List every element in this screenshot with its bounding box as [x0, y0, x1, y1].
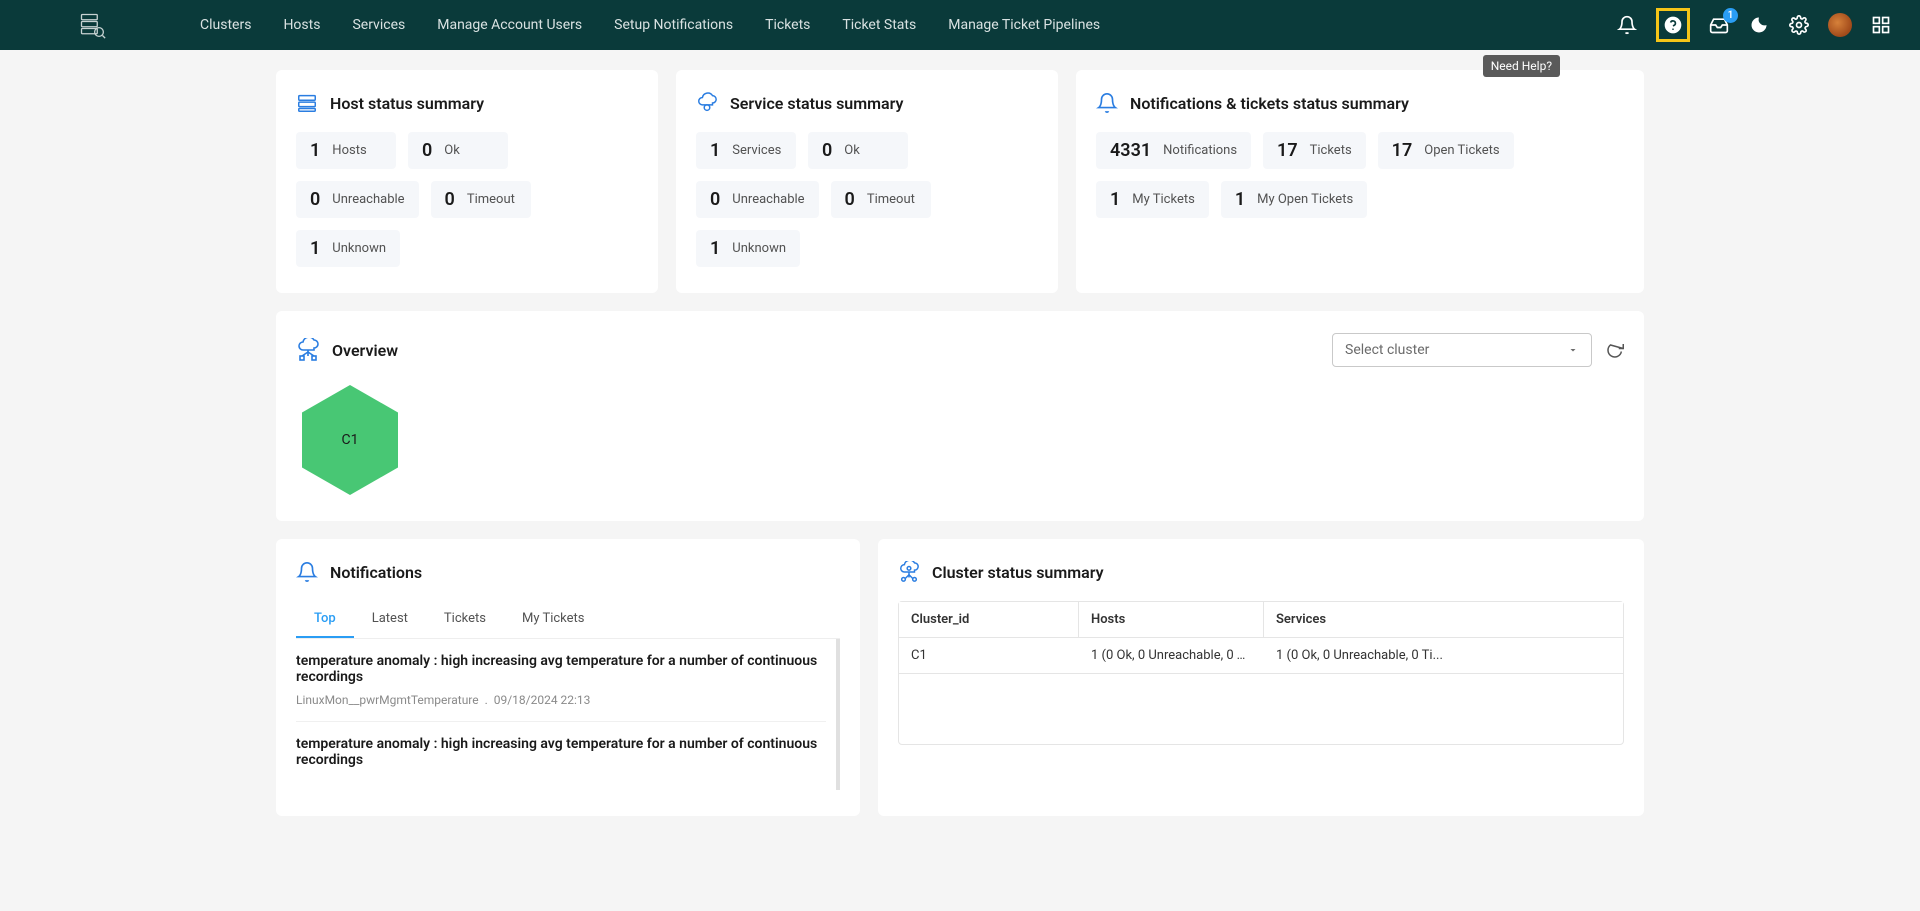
- stat-hosts[interactable]: 1Hosts: [296, 132, 396, 169]
- brand-logo[interactable]: [0, 11, 184, 39]
- nav-right: 1: [1616, 8, 1892, 42]
- service-status-title: Service status summary: [730, 94, 903, 113]
- apps-grid-icon[interactable]: [1870, 14, 1892, 36]
- nav-services[interactable]: Services: [336, 0, 421, 50]
- notification-item-title: temperature anomaly : high increasing av…: [296, 653, 826, 685]
- stat-timeout[interactable]: 0Timeout: [431, 181, 531, 218]
- nav-setup-notifications[interactable]: Setup Notifications: [598, 0, 749, 50]
- stat-ok[interactable]: 0Ok: [408, 132, 508, 169]
- cluster-status-title: Cluster status summary: [932, 563, 1104, 582]
- overview-card: Overview Select cluster C1: [276, 311, 1644, 521]
- notification-item[interactable]: temperature anomaly : high increasing av…: [296, 722, 826, 790]
- host-status-card: Host status summary 1Hosts 0Ok 0Unreacha…: [276, 70, 658, 293]
- stat-svc-unknown[interactable]: 1Unknown: [696, 230, 800, 267]
- gear-icon[interactable]: [1788, 14, 1810, 36]
- overview-title: Overview: [332, 341, 398, 360]
- notif-tickets-title: Notifications & tickets status summary: [1130, 94, 1409, 113]
- stat-svc-ok[interactable]: 0Ok: [808, 132, 908, 169]
- notification-list: temperature anomaly : high increasing av…: [296, 639, 840, 790]
- cloud-gear-icon: [696, 92, 718, 114]
- bell-outline-icon: [296, 561, 318, 583]
- stat-services[interactable]: 1Services: [696, 132, 796, 169]
- notification-item-title: temperature anomaly : high increasing av…: [296, 736, 826, 768]
- chevron-down-icon: [1567, 344, 1579, 356]
- th-cluster-id[interactable]: Cluster_id: [899, 602, 1079, 637]
- td-hosts: 1 (0 Ok, 0 Unreachable, 0 Ti...: [1079, 638, 1264, 673]
- stat-notifications[interactable]: 4331Notifications: [1096, 132, 1251, 169]
- notifications-title: Notifications: [330, 563, 422, 582]
- cloud-cluster-icon: [898, 561, 920, 583]
- table-row[interactable]: C1 1 (0 Ok, 0 Unreachable, 0 Ti... 1 (0 …: [899, 638, 1623, 674]
- inbox-icon[interactable]: 1: [1708, 14, 1730, 36]
- refresh-icon[interactable]: [1606, 341, 1624, 359]
- stat-my-tickets[interactable]: 1My Tickets: [1096, 181, 1209, 218]
- bell-icon[interactable]: [1616, 14, 1638, 36]
- tab-top[interactable]: Top: [296, 601, 354, 638]
- top-navbar: Clusters Hosts Services Manage Account U…: [0, 0, 1920, 50]
- inbox-badge: 1: [1723, 8, 1738, 23]
- avatar[interactable]: [1828, 13, 1852, 37]
- tab-my-tickets[interactable]: My Tickets: [504, 601, 603, 638]
- bell-outline-icon: [1096, 92, 1118, 114]
- stat-my-open-tickets[interactable]: 1My Open Tickets: [1221, 181, 1367, 218]
- nav-ticket-stats[interactable]: Ticket Stats: [826, 0, 932, 50]
- nav-manage-ticket-pipelines[interactable]: Manage Ticket Pipelines: [932, 0, 1116, 50]
- theme-toggle-icon[interactable]: [1748, 14, 1770, 36]
- stat-open-tickets[interactable]: 17Open Tickets: [1378, 132, 1514, 169]
- table-empty-space: [899, 674, 1623, 744]
- tab-latest[interactable]: Latest: [354, 601, 426, 638]
- nav-clusters[interactable]: Clusters: [184, 0, 267, 50]
- stat-unreachable[interactable]: 0Unreachable: [296, 181, 419, 218]
- help-icon[interactable]: [1656, 8, 1690, 42]
- nav-links: Clusters Hosts Services Manage Account U…: [184, 0, 1116, 50]
- cluster-status-card: Cluster status summary Cluster_id Hosts …: [878, 539, 1644, 816]
- cluster-table: Cluster_id Hosts Services C1 1 (0 Ok, 0 …: [898, 601, 1624, 745]
- cluster-hexagon[interactable]: C1: [302, 385, 398, 495]
- nav-tickets[interactable]: Tickets: [749, 0, 826, 50]
- notification-tabs: Top Latest Tickets My Tickets: [296, 601, 840, 639]
- host-status-title: Host status summary: [330, 94, 484, 113]
- select-cluster[interactable]: Select cluster: [1332, 333, 1592, 367]
- stat-svc-unreachable[interactable]: 0Unreachable: [696, 181, 819, 218]
- cloud-network-icon: [296, 338, 320, 362]
- td-services: 1 (0 Ok, 0 Unreachable, 0 Ti...: [1264, 638, 1623, 673]
- tab-tickets[interactable]: Tickets: [426, 601, 504, 638]
- th-hosts[interactable]: Hosts: [1079, 602, 1264, 637]
- notif-tickets-card: Notifications & tickets status summary 4…: [1076, 70, 1644, 293]
- notification-item[interactable]: temperature anomaly : high increasing av…: [296, 639, 826, 722]
- td-cluster-id: C1: [899, 638, 1079, 673]
- select-cluster-label: Select cluster: [1345, 342, 1429, 358]
- cluster-hex-label: C1: [342, 432, 359, 448]
- nav-hosts[interactable]: Hosts: [267, 0, 336, 50]
- stat-svc-timeout[interactable]: 0Timeout: [831, 181, 931, 218]
- server-icon: [296, 92, 318, 114]
- stat-tickets[interactable]: 17Tickets: [1263, 132, 1366, 169]
- notifications-card: Notifications Top Latest Tickets My Tick…: [276, 539, 860, 816]
- th-services[interactable]: Services: [1264, 602, 1623, 637]
- table-header: Cluster_id Hosts Services: [899, 602, 1623, 638]
- service-status-card: Service status summary 1Services 0Ok 0Un…: [676, 70, 1058, 293]
- nav-manage-account-users[interactable]: Manage Account Users: [421, 0, 598, 50]
- notification-item-meta: LinuxMon__pwrMgmtTemperature . 09/18/202…: [296, 693, 826, 707]
- stat-unknown[interactable]: 1Unknown: [296, 230, 400, 267]
